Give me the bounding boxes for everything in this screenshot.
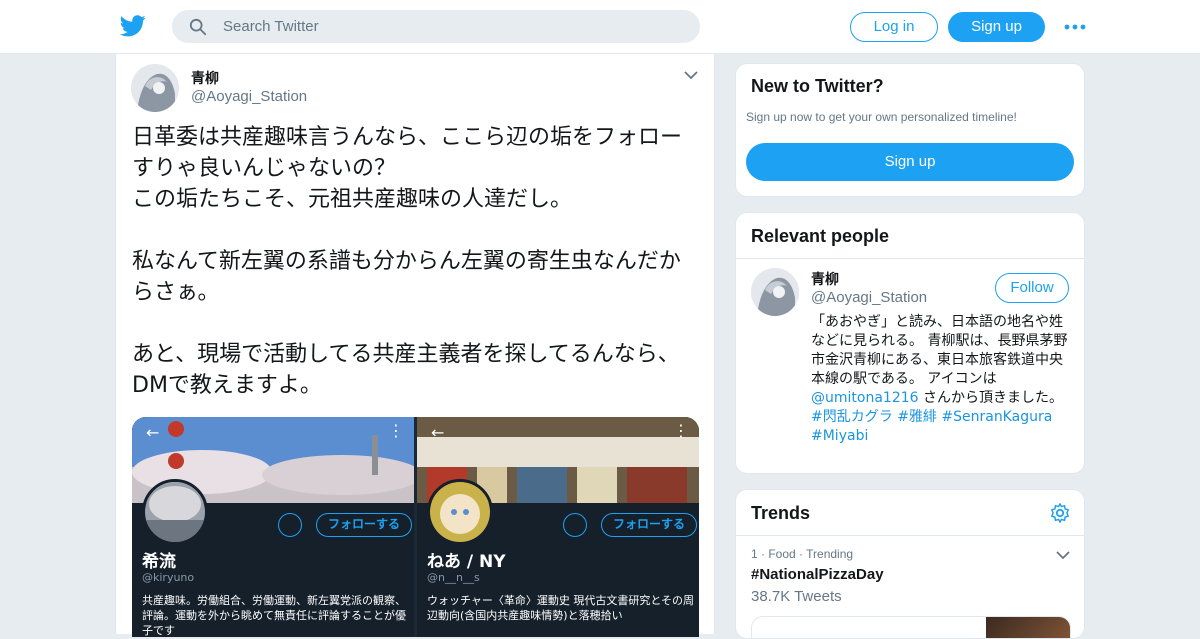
card-avatar [427,479,493,545]
module-subtitle: Sign up now to get your own personalized… [746,110,1017,124]
chevron-down-icon[interactable] [684,70,698,80]
relevant-name[interactable]: 青柳 [811,269,839,289]
bio-text: 「あおやぎ」と読み、日本語の地名や姓などに見られる。 青柳駅は、長野県茅野市金沢… [811,314,1068,387]
module-title: Relevant people [751,226,890,246]
search-input[interactable] [223,11,683,42]
bio-hashtag-link[interactable]: #SenranKagura [941,409,1052,425]
card-name: 希流 [142,552,176,572]
card-avatar [142,479,208,545]
card-follow-button: フォローする [316,513,412,537]
trend-thumbnail [986,617,1070,638]
bio-hashtag-link[interactable]: #雅緋 [897,409,937,425]
avatar-illustration-icon [131,64,179,112]
author-avatar[interactable] [131,64,179,112]
bio-hashtag-link[interactable]: #閃乱カグラ [811,409,893,425]
relevant-people-module: Relevant people 青柳 @Aoyagi_Station Follo… [735,212,1085,474]
card-bio: ウォッチャー〈革命〉運動史 現代古文書研究とその周辺動向(含国内共産趣味情勢)と… [427,594,695,622]
top-navigation-bar: Log in Sign up [0,0,1200,54]
bio-text: さんから頂きました。 [918,390,1063,406]
module-title: Trends [751,503,811,523]
trend-preview-card[interactable] [751,616,1071,638]
card-handle: @kiryuno [142,571,195,584]
gear-icon[interactable] [1049,502,1071,524]
more-vertical-icon: ⋮ [673,421,689,440]
trend-meta: 1 · Food · Trending [751,547,854,561]
media-image-1[interactable]: ← ⋮ フォローする 希流 @kiryuno 共産趣味。労働組合、労働運動、新左… [132,417,414,637]
relevant-avatar[interactable] [751,268,799,316]
tweet-media[interactable]: ← ⋮ フォローする 希流 @kiryuno 共産趣味。労働組合、労働運動、新左… [132,417,699,637]
relevant-bio: 「あおやぎ」と読み、日本語の地名や姓などに見られる。 青柳駅は、長野県茅野市金沢… [811,313,1073,446]
more-options-icon[interactable] [1064,24,1086,30]
media-image-2[interactable]: ← ⋮ フォローする ねあ / NY @n__n__s ウォッチャー〈革命〉運動… [417,417,699,637]
sidebar-signup-button[interactable]: Sign up [746,143,1074,181]
card-handle: @n__n__s [427,571,480,584]
trends-module: Trends 1 · Food · Trending #NationalPizz… [735,489,1085,639]
tweet-text: 日革委は共産趣味言うんなら、ここら辺の垢をフォローすりゃ良いんじゃないの？ この… [132,125,683,398]
chevron-down-icon[interactable] [1056,550,1070,560]
mail-icon [563,513,587,537]
new-to-twitter-module: New to Twitter? Sign up now to get your … [735,63,1085,197]
twitter-bird-icon[interactable] [120,14,146,38]
trend-count: 38.7K Tweets [751,588,842,605]
search-icon [189,18,207,36]
more-vertical-icon: ⋮ [388,421,404,440]
module-title: New to Twitter? [751,76,884,96]
back-arrow-icon: ← [431,423,445,442]
trend-name[interactable]: #NationalPizzaDay [751,566,884,583]
mail-icon [278,513,302,537]
relevant-handle[interactable]: @Aoyagi_Station [811,289,927,306]
author-handle[interactable]: @Aoyagi_Station [191,88,307,105]
signup-button[interactable]: Sign up [948,12,1045,42]
card-bio: 共産趣味。労働組合、労働運動、新左翼党派の観察、評論。運動を外から眺めて無責任に… [142,594,406,637]
bio-hashtag-link[interactable]: #Miyabi [811,428,868,444]
bio-mention-link[interactable]: @umitona1216 [811,390,919,406]
back-arrow-icon: ← [146,423,160,442]
card-follow-button: フォローする [601,513,697,537]
login-button[interactable]: Log in [850,12,938,42]
tweet-detail: 青柳 @Aoyagi_Station 日革委は共産趣味言うんなら、ここら辺の垢を… [115,54,715,637]
divider [736,258,1084,259]
follow-button[interactable]: Follow [995,273,1069,303]
card-name: ねあ / NY [427,552,506,572]
author-name[interactable]: 青柳 [191,68,219,88]
avatar-illustration-icon [751,268,799,316]
divider [736,535,1084,536]
search-bar[interactable] [172,10,700,43]
